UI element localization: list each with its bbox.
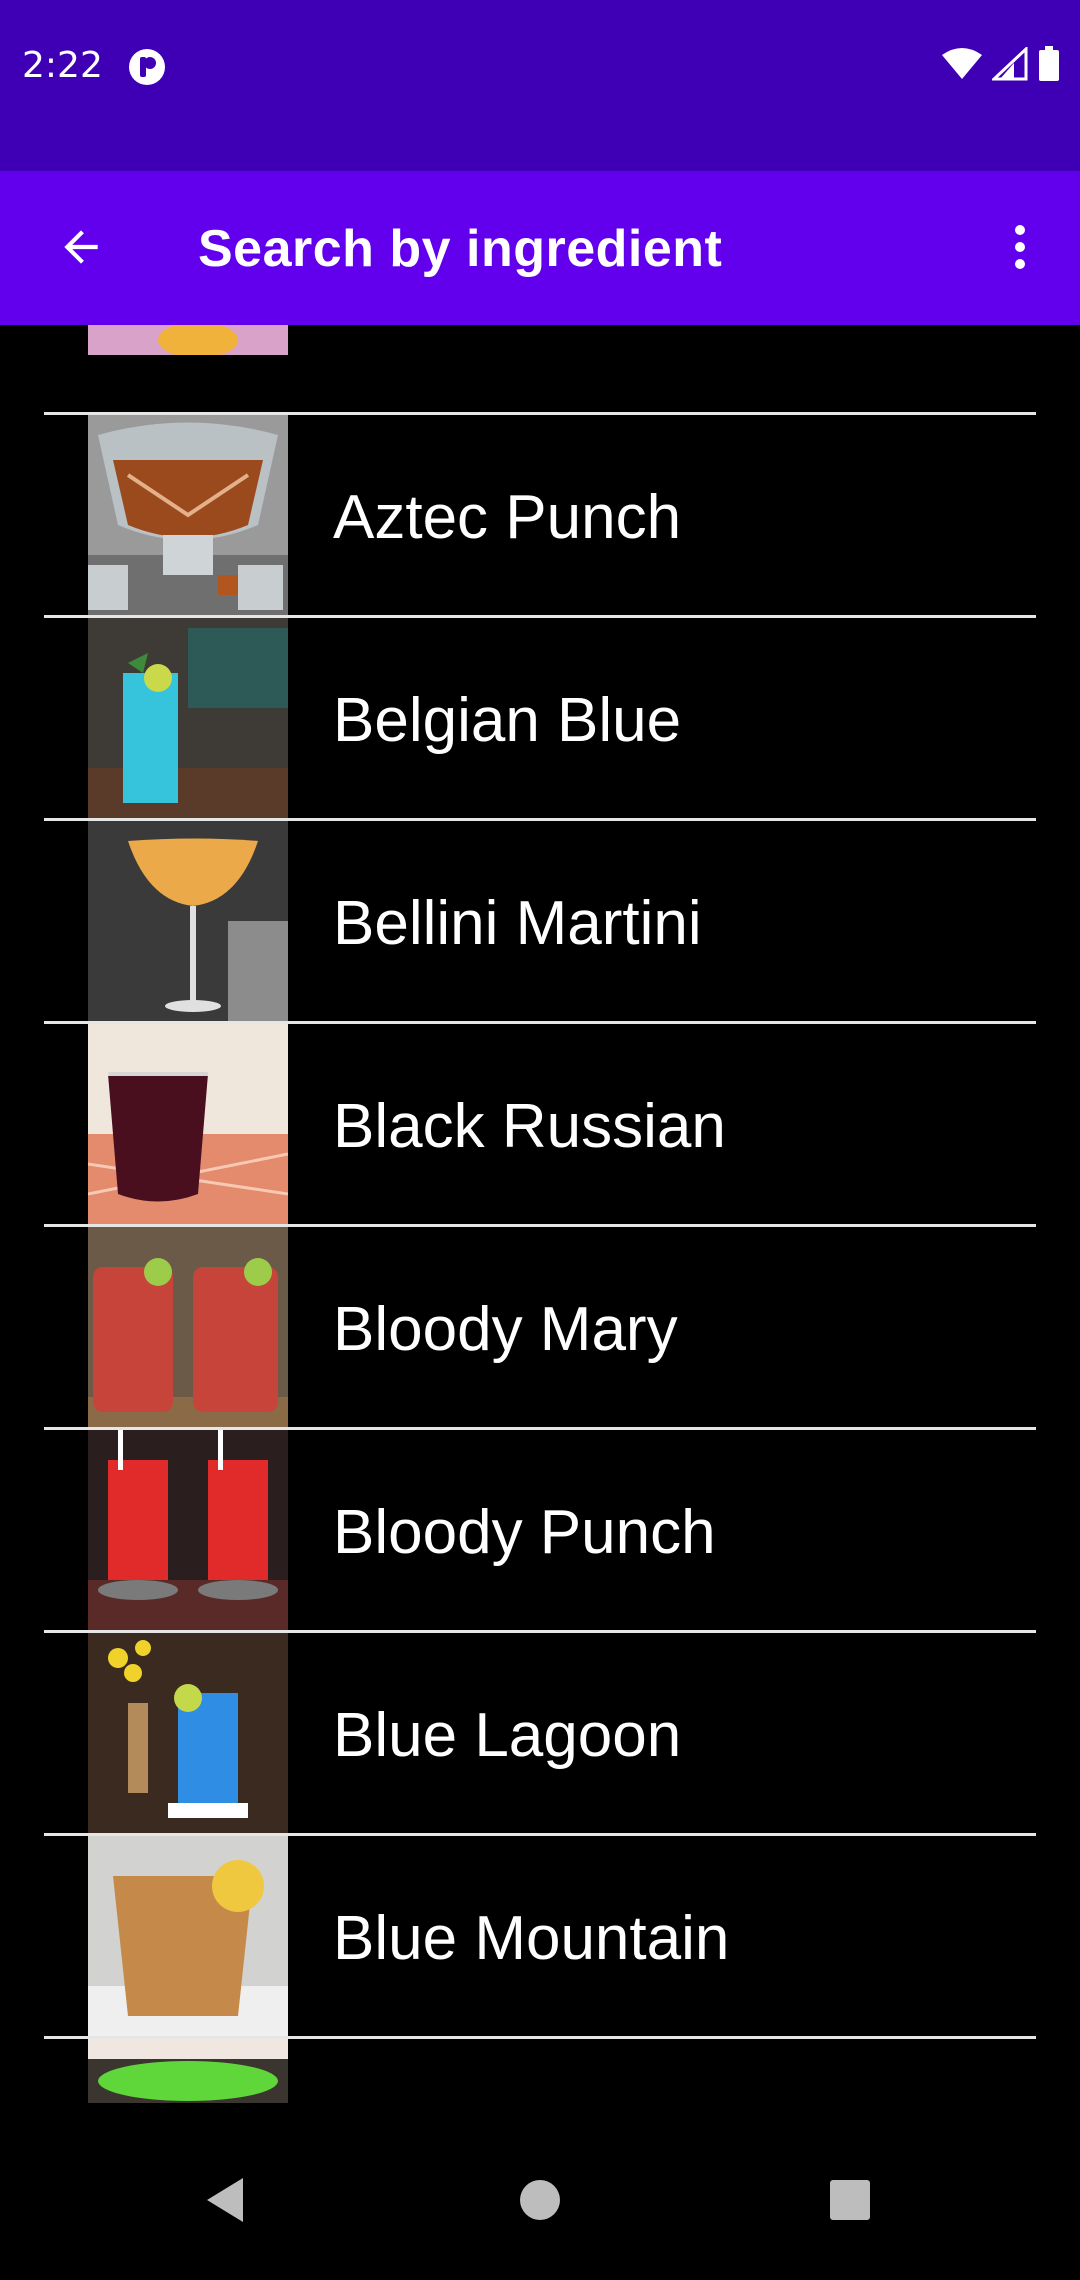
drink-name: Aztec Punch	[333, 483, 682, 552]
nav-home-icon	[520, 2180, 560, 2220]
nav-recents-button[interactable]	[820, 2170, 880, 2230]
drink-thumbnail	[88, 821, 288, 1021]
list-item[interactable]: Blue Lagoon	[0, 1633, 1080, 1836]
app-bar: Search by ingredient	[0, 171, 1080, 325]
drink-thumbnail	[88, 1024, 288, 1224]
page-title: Search by ingredient	[198, 220, 723, 278]
drink-thumbnail	[88, 1633, 288, 1833]
drink-thumbnail	[88, 1227, 288, 1427]
drink-name: Belgian Blue	[333, 686, 682, 755]
back-button[interactable]	[40, 206, 122, 288]
nav-back-icon	[207, 2178, 243, 2222]
list-item[interactable]: Bloody Mary	[0, 1227, 1080, 1430]
drink-list[interactable]: Aztec Punch Belgian Blue Bellini Martini…	[0, 325, 1080, 2103]
wifi-icon	[942, 48, 982, 79]
list-item[interactable]: Bloody Punch	[0, 1430, 1080, 1633]
drink-thumbnail	[88, 1836, 288, 2036]
list-item[interactable]: Bellini Martini	[0, 821, 1080, 1024]
cell-signal-icon	[992, 47, 1028, 81]
status-time: 2:22	[22, 45, 103, 86]
drink-name: Blue Mountain	[333, 1904, 730, 1973]
list-item[interactable]	[0, 325, 1080, 358]
drink-name: Black Russian	[333, 1092, 726, 1161]
drink-name: Bellini Martini	[333, 889, 702, 958]
nav-back-button[interactable]	[195, 2170, 255, 2230]
list-item[interactable]	[0, 2039, 1080, 2103]
nav-home-button[interactable]	[510, 2170, 570, 2230]
drink-thumbnail	[88, 1430, 288, 1630]
list-item[interactable]: Aztec Punch	[0, 415, 1080, 618]
nav-recents-icon	[830, 2180, 870, 2220]
arrow-back-icon	[64, 230, 98, 264]
overflow-menu-button[interactable]	[980, 206, 1060, 288]
list-item[interactable]: Black Russian	[0, 1024, 1080, 1227]
drink-thumbnail	[88, 325, 288, 355]
battery-icon	[1039, 46, 1059, 81]
drink-name: Bloody Punch	[333, 1498, 716, 1567]
status-bar: 2:22	[0, 0, 1080, 171]
drink-thumbnail	[88, 2039, 288, 2103]
more-vert-icon	[1015, 225, 1025, 269]
list-item[interactable]: Belgian Blue	[0, 618, 1080, 821]
drink-thumbnail	[88, 415, 288, 615]
drink-name: Blue Lagoon	[333, 1701, 682, 1770]
drink-name: Bloody Mary	[333, 1295, 678, 1364]
drink-thumbnail	[88, 618, 288, 818]
app-notification-icon	[129, 49, 165, 85]
list-item[interactable]: Blue Mountain	[0, 1836, 1080, 2039]
